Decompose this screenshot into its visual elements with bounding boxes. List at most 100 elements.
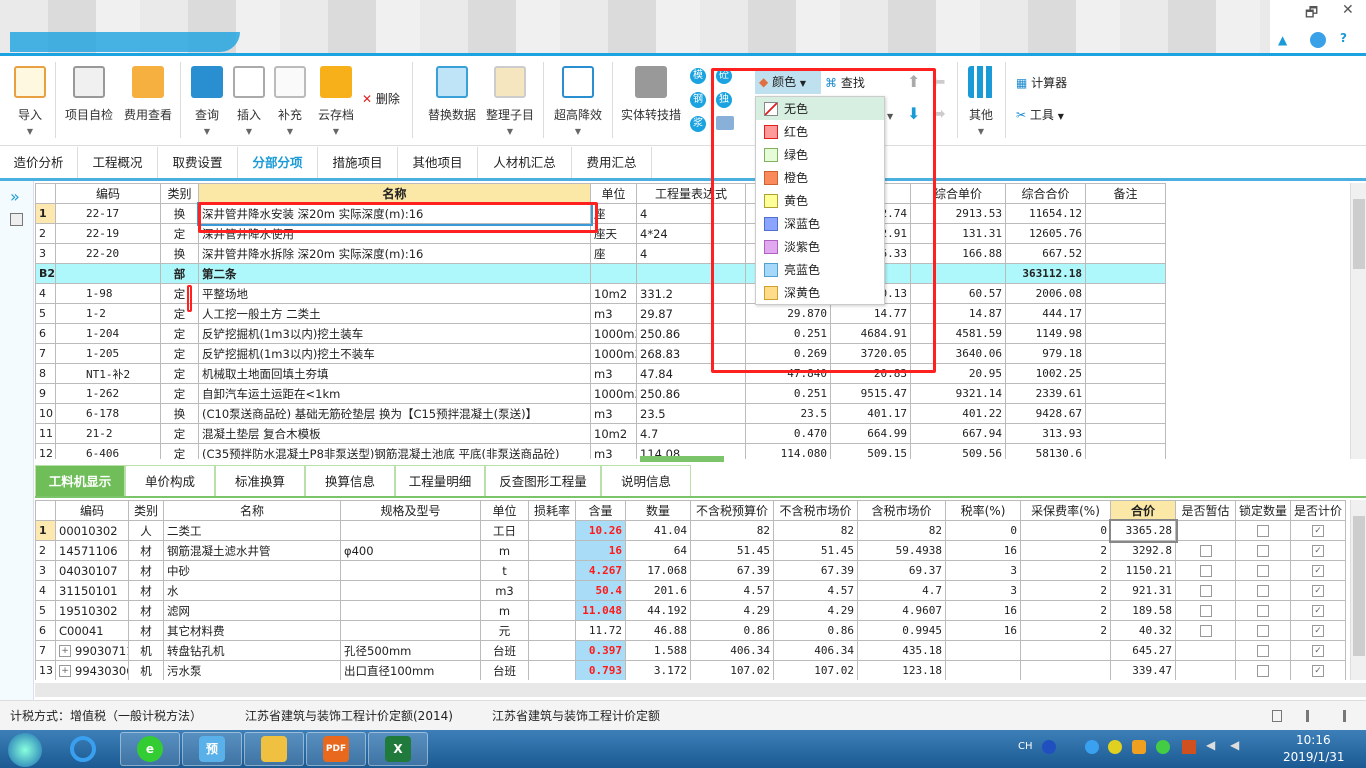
estimate-checkbox-cell[interactable] xyxy=(1175,520,1236,541)
detail-tab-1[interactable]: 单价构成 xyxy=(125,465,215,496)
composite-price-cell[interactable]: 401.22 xyxy=(910,403,1006,424)
cloud-save-button[interactable]: 云存档 ▼ xyxy=(315,66,357,136)
code-cell[interactable]: 6-178 xyxy=(55,403,161,424)
remark-cell[interactable] xyxy=(1085,223,1166,244)
wechat-icon[interactable] xyxy=(1156,740,1170,754)
priced-checkbox[interactable]: ✓ xyxy=(1312,525,1324,537)
column-header[interactable]: 编码 xyxy=(55,500,129,521)
code-cell[interactable]: 14571106 xyxy=(55,540,129,561)
start-button[interactable] xyxy=(8,733,42,767)
composite-total-cell[interactable]: 363112.18 xyxy=(1005,263,1086,284)
procurement-rate-cell[interactable]: 2 xyxy=(1020,560,1111,581)
budget-price-cell[interactable]: 82 xyxy=(690,520,774,541)
table-row[interactable]: 8 NT1-补2 定机械取土地面回填土夯填 m3 47.84 47.840 20.83 20.… xyxy=(35,363,1166,384)
type-cell[interactable]: 定 xyxy=(160,423,199,444)
detail-tab-3[interactable]: 换算信息 xyxy=(305,465,395,496)
network-icon[interactable]: ◀ xyxy=(1230,738,1239,752)
remark-cell[interactable] xyxy=(1085,403,1166,424)
tax-rate-cell[interactable]: 16 xyxy=(945,620,1021,641)
name-cell[interactable]: 其它材料费 xyxy=(163,620,341,641)
unit-cell[interactable]: 座 xyxy=(590,243,637,264)
unit-cell[interactable]: m3 xyxy=(590,443,637,459)
spec-cell[interactable] xyxy=(340,620,481,641)
tax-market-price-cell[interactable]: 435.18 xyxy=(857,640,946,661)
tax-market-price-cell[interactable]: 0.9945 xyxy=(857,620,946,641)
name-cell[interactable]: 深井管井降水拆除 深20m 实际深度(m):16 xyxy=(198,243,591,264)
delete-button[interactable]: ✕ 删除 xyxy=(362,90,400,107)
volume-icon[interactable]: ◀ xyxy=(1206,738,1215,752)
type-cell[interactable]: 定 xyxy=(160,443,199,459)
estimate-checkbox[interactable] xyxy=(1199,625,1212,637)
budget-price-cell[interactable]: 107.02 xyxy=(690,660,774,680)
close-button[interactable]: ✕ xyxy=(1342,2,1354,18)
content-cell[interactable]: 50.4 xyxy=(575,580,626,601)
column-header[interactable]: 含税市场价 xyxy=(857,500,946,521)
taskbar-app-excel[interactable]: X xyxy=(368,732,428,766)
lock-quantity-checkbox-cell[interactable] xyxy=(1235,560,1291,581)
composite-total-cell[interactable]: 2339.61 xyxy=(1005,383,1086,404)
procurement-rate-cell[interactable]: 2 xyxy=(1020,580,1111,601)
organize-button[interactable]: 整理子目 ▼ xyxy=(484,66,536,136)
budget-price-cell[interactable]: 406.34 xyxy=(690,640,774,661)
unit-price-cell[interactable]: 9515.47 xyxy=(830,383,911,404)
help-tray-icon[interactable] xyxy=(1042,740,1056,754)
content-cell[interactable]: 4.267 xyxy=(575,560,626,581)
tax-rate-cell[interactable]: 16 xyxy=(945,600,1021,621)
unit-cell[interactable]: m3 xyxy=(590,363,637,384)
column-header[interactable]: 含量 xyxy=(575,500,626,521)
code-cell[interactable]: 22-19 xyxy=(55,223,161,244)
name-cell[interactable]: 反铲挖掘机(1m3以内)挖土不装车 xyxy=(198,343,591,364)
layout-icon[interactable] xyxy=(1272,710,1282,722)
help-icon[interactable]: ? xyxy=(1340,31,1347,45)
tray-icon[interactable] xyxy=(1132,740,1146,754)
tax-rate-cell[interactable] xyxy=(945,640,1021,661)
total-cell[interactable]: 921.31 xyxy=(1110,580,1176,601)
estimate-checkbox[interactable] xyxy=(1199,585,1212,597)
column-header[interactable]: 综合合价 xyxy=(1005,183,1086,204)
unit-cell[interactable]: m xyxy=(480,600,529,621)
content-cell[interactable]: 11.048 xyxy=(575,600,626,621)
column-header[interactable]: 单位 xyxy=(590,183,637,204)
name-cell[interactable]: 自卸汽车运土运距在<1km xyxy=(198,383,591,404)
budget-price-cell[interactable]: 4.57 xyxy=(690,580,774,601)
estimate-checkbox-cell[interactable] xyxy=(1175,600,1236,621)
unit-price-cell[interactable]: 401.17 xyxy=(830,403,911,424)
unit-cell[interactable]: m3 xyxy=(480,580,529,601)
tab-5[interactable]: 其他项目 xyxy=(398,147,478,178)
procurement-rate-cell[interactable] xyxy=(1020,660,1111,680)
total-cell[interactable]: 3365.28 xyxy=(1108,518,1178,543)
quantity-cell[interactable]: 1.588 xyxy=(625,640,691,661)
column-header[interactable]: 规格及型号 xyxy=(340,500,481,521)
type-cell[interactable]: 定 xyxy=(160,383,199,404)
composite-total-cell[interactable]: 11654.12 xyxy=(1005,203,1086,224)
composite-total-cell[interactable]: 444.17 xyxy=(1005,303,1086,324)
estimate-checkbox-cell[interactable] xyxy=(1175,580,1236,601)
code-cell[interactable]: 1-204 xyxy=(55,323,161,344)
column-header[interactable]: 锁定数量 xyxy=(1235,500,1291,521)
market-price-cell[interactable]: 82 xyxy=(773,520,858,541)
market-price-cell[interactable]: 406.34 xyxy=(773,640,858,661)
lock-quantity-checkbox-cell[interactable] xyxy=(1235,580,1291,601)
layout-icon[interactable] xyxy=(1336,710,1346,722)
table-row[interactable]: 4 31150101 材水 m3 50.4 201.6 4.57 4.57 4.7 3 2 921.3… xyxy=(35,580,1346,601)
taskbar-app-pricing[interactable]: 预 xyxy=(182,732,242,766)
market-price-cell[interactable]: 107.02 xyxy=(773,660,858,680)
column-header[interactable] xyxy=(35,500,56,521)
estimate-checkbox[interactable] xyxy=(1199,605,1212,617)
calculator-button[interactable]: ▦ 计算器 xyxy=(1016,74,1067,91)
total-cell[interactable]: 339.47 xyxy=(1110,660,1176,680)
type-cell[interactable]: 机 xyxy=(128,660,164,680)
table-row[interactable]: 71-205定反铲挖掘机(1m3以内)挖土不装车1000m3268.830.26… xyxy=(35,343,1166,364)
lock-quantity-checkbox-cell[interactable] xyxy=(1235,620,1291,641)
name-cell[interactable]: 人工挖一般土方 二类土 xyxy=(198,303,591,324)
market-price-cell[interactable]: 67.39 xyxy=(773,560,858,581)
detail-tab-5[interactable]: 反查图形工程量 xyxy=(485,465,601,496)
name-cell[interactable]: (C35预拌防水混凝土P8非泵送型)钢筋混凝土池底 平底(非泵送商品砼) xyxy=(198,443,591,459)
tools-button[interactable]: ✂ 工具 ▼ xyxy=(1016,106,1064,123)
loss-rate-cell[interactable] xyxy=(528,600,576,621)
tray-icon[interactable] xyxy=(1085,740,1099,754)
query-button[interactable]: 查询 ▼ xyxy=(190,66,224,136)
remark-cell[interactable] xyxy=(1085,263,1166,284)
tax-market-price-cell[interactable]: 69.37 xyxy=(857,560,946,581)
total-cell[interactable]: 1150.21 xyxy=(1110,560,1176,581)
